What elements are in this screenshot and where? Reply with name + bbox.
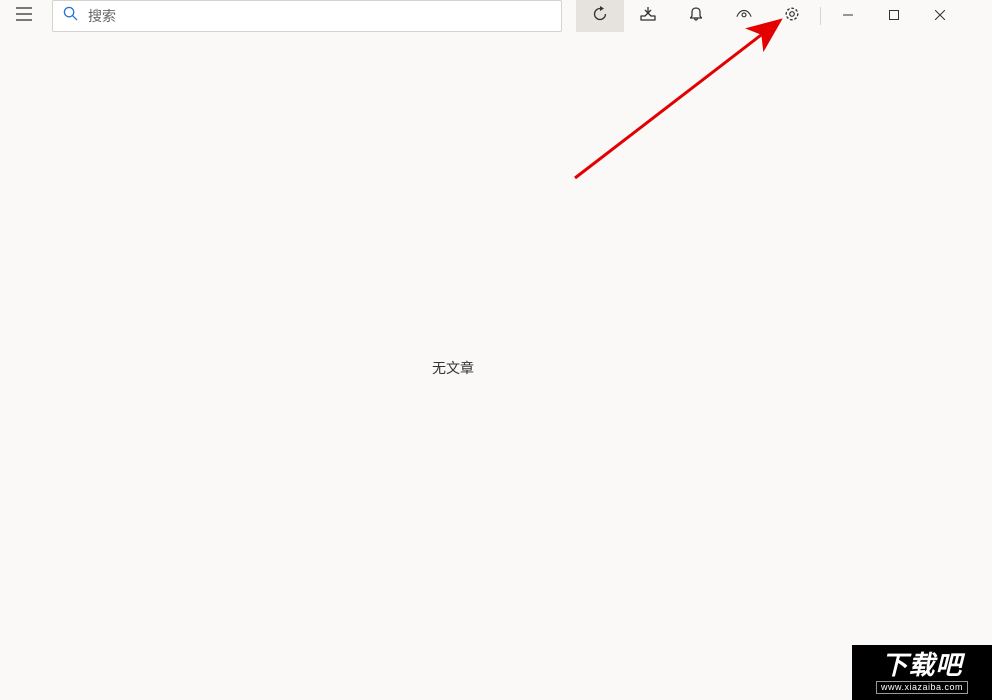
view-button[interactable] bbox=[720, 0, 768, 32]
inbox-button[interactable] bbox=[624, 0, 672, 32]
separator bbox=[820, 7, 821, 25]
gear-icon bbox=[784, 6, 800, 27]
maximize-button[interactable] bbox=[871, 0, 917, 32]
eye-icon bbox=[736, 6, 752, 27]
content-area: 无文章 bbox=[0, 32, 992, 700]
close-button[interactable] bbox=[917, 0, 963, 32]
watermark-url: www.xiazaiba.com bbox=[876, 681, 968, 694]
minimize-icon bbox=[843, 7, 853, 25]
inbox-icon bbox=[640, 6, 656, 27]
menu-button[interactable] bbox=[0, 0, 48, 32]
minimize-button[interactable] bbox=[825, 0, 871, 32]
notifications-button[interactable] bbox=[672, 0, 720, 32]
search-icon bbox=[63, 6, 78, 26]
maximize-icon bbox=[889, 7, 899, 25]
refresh-icon bbox=[592, 6, 608, 27]
empty-message: 无文章 bbox=[432, 358, 474, 378]
titlebar bbox=[0, 0, 992, 32]
hamburger-icon bbox=[16, 7, 32, 26]
close-icon bbox=[935, 7, 945, 25]
settings-button[interactable] bbox=[768, 0, 816, 32]
search-input[interactable] bbox=[88, 8, 551, 24]
refresh-button[interactable] bbox=[576, 0, 624, 32]
watermark: 下载吧 www.xiazaiba.com bbox=[852, 645, 992, 700]
toolbar bbox=[576, 0, 816, 32]
search-box[interactable] bbox=[52, 0, 562, 32]
bell-icon bbox=[688, 6, 704, 27]
watermark-brand: 下载吧 bbox=[881, 652, 962, 678]
